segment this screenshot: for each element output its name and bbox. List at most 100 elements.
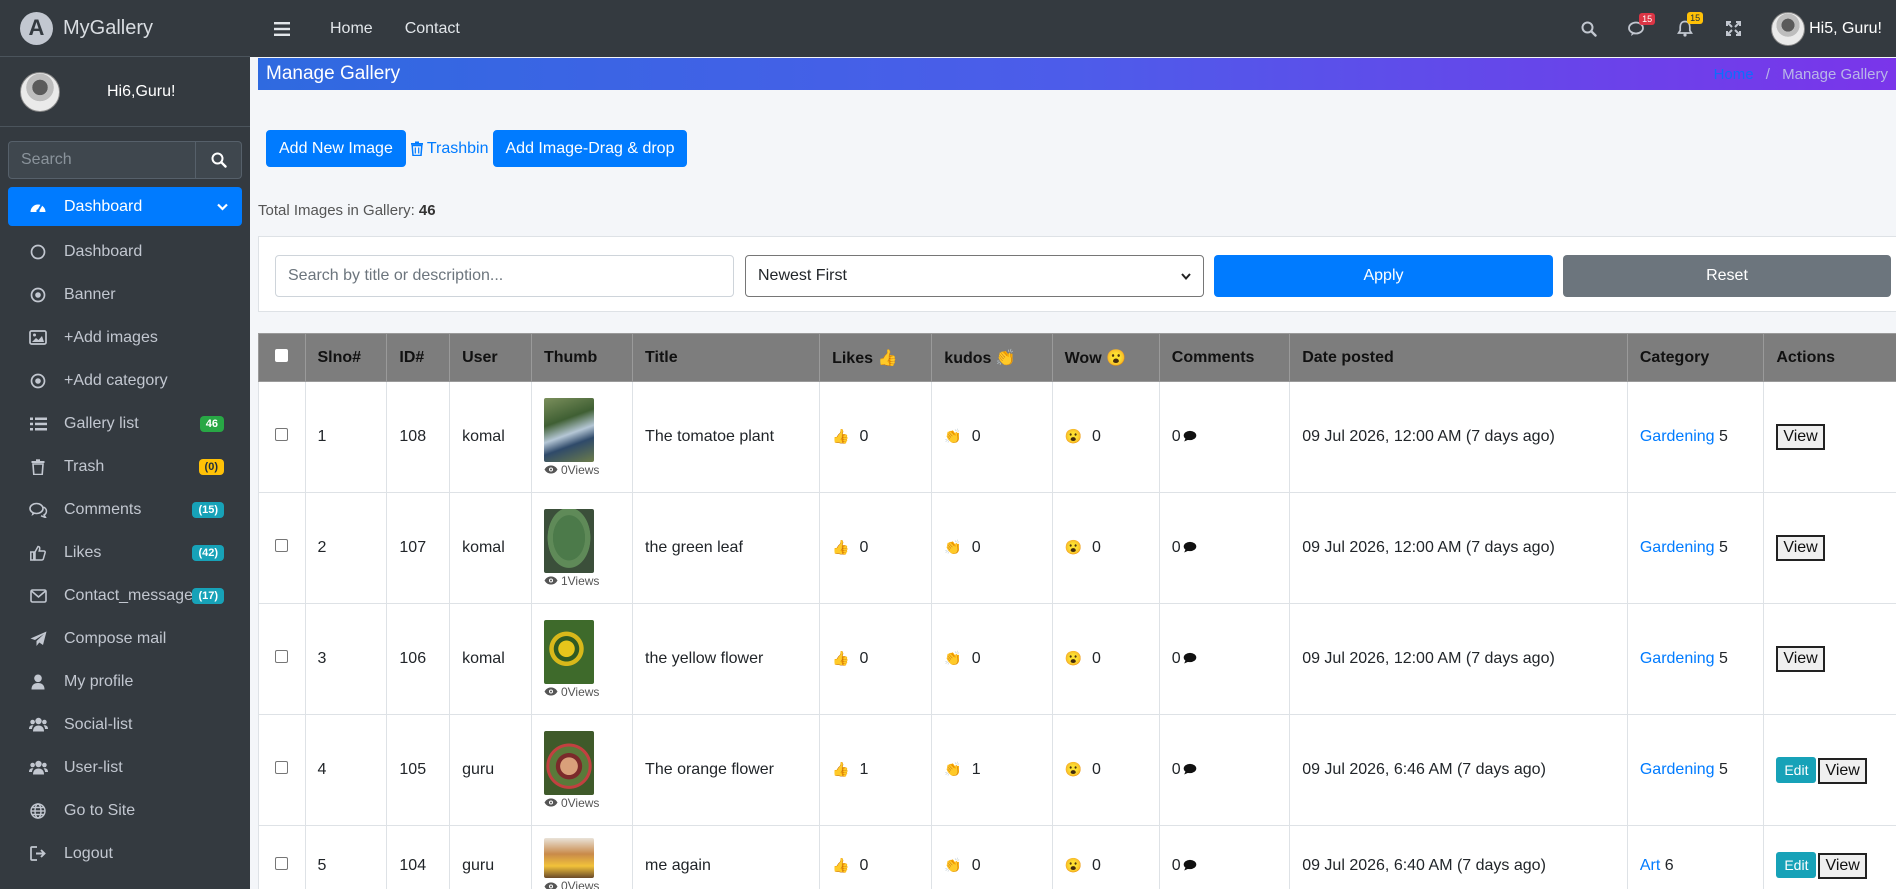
user-icon — [28, 674, 48, 690]
column-header: ID# — [386, 333, 451, 382]
likes-count: 0 — [859, 428, 869, 445]
menu-toggle-icon[interactable] — [274, 21, 290, 36]
reset-button[interactable]: Reset — [1563, 255, 1891, 297]
sidebar-item-label: Trash — [64, 457, 105, 475]
row-checkbox[interactable] — [275, 539, 289, 552]
user-cell: komal — [449, 603, 532, 715]
gallery-search-input[interactable] — [275, 255, 734, 297]
view-button[interactable]: View — [1818, 853, 1867, 879]
sidebar-item-social-list[interactable]: Social-list — [8, 703, 242, 746]
likes-count: 0 — [859, 650, 869, 667]
total-images-label: Total Images in Gallery: — [258, 202, 415, 219]
view-button[interactable]: View — [1776, 424, 1825, 450]
sidebar-item-compose-mail[interactable]: Compose mail — [8, 617, 242, 660]
title-cell: the yellow flower — [632, 603, 821, 715]
kudos-count: 1 — [971, 761, 981, 778]
wow-face-icon: 😮 — [1064, 650, 1083, 666]
notifications-dropdown[interactable]: 15 — [1661, 12, 1709, 37]
row-checkbox[interactable] — [275, 428, 289, 441]
comment-icon — [1183, 541, 1196, 553]
view-button[interactable]: View — [1776, 646, 1825, 672]
globe-icon — [28, 802, 48, 819]
breadcrumb-home-link[interactable]: Home — [1714, 66, 1754, 83]
fullscreen-button[interactable] — [1709, 21, 1757, 36]
category-link[interactable]: Gardening — [1640, 761, 1715, 778]
navbar-search-button[interactable] — [1565, 21, 1613, 37]
sidebar-item-trash[interactable]: Trash (0) — [8, 445, 242, 488]
thumbnail-image[interactable] — [543, 508, 594, 573]
sidebar-item-banner[interactable]: Banner — [8, 273, 242, 316]
thumbnail-image[interactable] — [543, 730, 594, 795]
filter-bar: Newest First Apply Reset — [258, 236, 1896, 312]
sidebar-item-comments[interactable]: Comments (15) — [8, 488, 242, 531]
thumbnail-image[interactable] — [543, 619, 594, 684]
wow-count: 0 — [1092, 428, 1101, 445]
category-link[interactable]: Gardening — [1640, 539, 1715, 556]
view-button[interactable]: View — [1776, 535, 1825, 561]
category-link[interactable]: Gardening — [1640, 650, 1715, 667]
breadcrumb-current: Manage Gallery — [1782, 65, 1888, 83]
sort-select[interactable]: Newest First — [745, 255, 1204, 297]
messages-dropdown[interactable]: 15 — [1613, 12, 1661, 37]
sidebar-item-label: Gallery list — [64, 414, 139, 432]
views-label: 1Views — [560, 573, 600, 588]
actions-cell: View — [1763, 492, 1896, 604]
sidebar-item-likes[interactable]: Likes (42) — [8, 531, 242, 574]
wow-face-icon: 😮 — [1064, 539, 1083, 555]
wow-cell: 😮 0 — [1051, 825, 1160, 889]
sidebar-item-badge: (15) — [192, 501, 224, 518]
thumb-cell: 0Views — [530, 714, 634, 826]
edit-button[interactable]: Edit — [1776, 756, 1817, 783]
trashbin-label: Trashbin — [426, 139, 489, 157]
column-header: Thumb — [530, 333, 634, 382]
sidebar-item-user-list[interactable]: User-list — [8, 746, 242, 789]
view-button[interactable]: View — [1818, 757, 1867, 784]
views-count: 0Views — [544, 796, 620, 810]
sidebar-item-go-to-site[interactable]: Go to Site — [8, 789, 242, 832]
sidebar-search-input[interactable] — [8, 141, 196, 179]
category-cell: Gardening 5 — [1626, 492, 1765, 604]
sidebar-item-logout[interactable]: Logout — [8, 832, 242, 875]
top-navbar: Home Contact 15 15 Hi5, Guru! — [250, 0, 1896, 57]
category-link[interactable]: Art — [1640, 857, 1660, 874]
wow-cell: 😮 0 — [1051, 714, 1160, 826]
sidebar-item-dashboard[interactable]: Dashboard — [8, 230, 242, 273]
nav-link-home[interactable]: Home — [330, 20, 373, 38]
user-panel[interactable]: Hi6,Guru! — [0, 57, 250, 127]
add-image-drag-drop-button[interactable]: Add Image-Drag & drop — [492, 130, 688, 167]
thumbnail-image[interactable] — [543, 397, 594, 462]
sidebar-item-label: Contact_messages — [64, 586, 201, 604]
row-checkbox[interactable] — [275, 856, 289, 870]
title-cell: The tomatoe plant — [632, 381, 821, 493]
brand-link[interactable]: A MyGallery — [0, 0, 250, 57]
edit-button[interactable]: Edit — [1776, 852, 1817, 878]
row-checkbox[interactable] — [275, 761, 289, 774]
apply-button[interactable]: Apply — [1214, 255, 1553, 297]
category-link[interactable]: Gardening — [1640, 428, 1715, 445]
comments-icon — [28, 502, 48, 518]
user-menu[interactable]: Hi5, Guru! — [1771, 11, 1882, 46]
sidebar-item-add-category[interactable]: +Add category — [8, 359, 242, 402]
sidebar-item-contact-messages[interactable]: Contact_messages (17) — [8, 574, 242, 617]
likes-cell: 👍 0 — [819, 381, 933, 493]
likes-cell: 👍 0 — [819, 603, 933, 715]
category-cell: Gardening 5 — [1626, 603, 1765, 715]
likes-cell: 👍 1 — [819, 714, 933, 826]
sidebar-search-button[interactable] — [196, 141, 242, 179]
nav-link-contact[interactable]: Contact — [405, 20, 460, 38]
category-count: 5 — [1719, 539, 1728, 556]
likes-count: 0 — [859, 539, 869, 556]
row-checkbox[interactable] — [275, 650, 289, 663]
add-new-image-button[interactable]: Add New Image — [266, 130, 406, 167]
table-row: 2 107 komal 1Views the green leaf 👍 0 👏 0 😮 0 0 09 J… — [258, 492, 1896, 604]
sidebar-item-add-images[interactable]: +Add images — [8, 316, 242, 359]
wow-face-icon: 😮 — [1064, 856, 1083, 873]
thumbnail-image[interactable] — [543, 838, 594, 878]
kudos-cell: 👏 0 — [931, 492, 1053, 604]
sidebar-item-dashboard[interactable]: Dashboard — [8, 187, 242, 226]
sidebar-item-gallery-list[interactable]: Gallery list 46 — [8, 402, 242, 445]
wow-count: 0 — [1092, 761, 1101, 778]
select-all-checkbox[interactable] — [275, 348, 289, 362]
sidebar-item-my-profile[interactable]: My profile — [8, 660, 242, 703]
trashbin-link[interactable]: Trashbin — [410, 140, 489, 158]
